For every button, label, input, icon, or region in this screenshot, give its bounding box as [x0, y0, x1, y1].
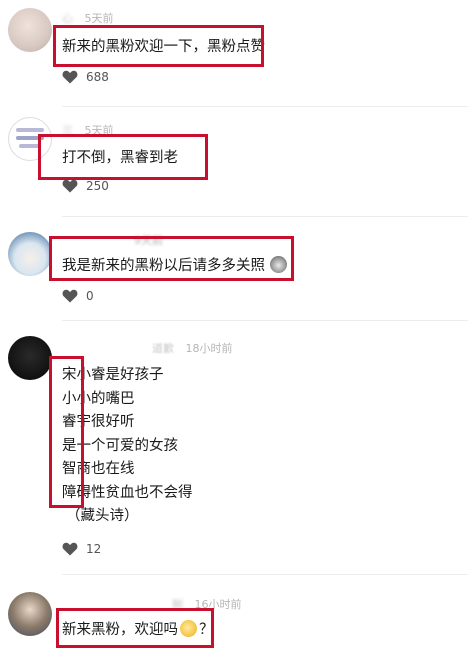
- comment-item: 兰 5天前 打不倒，黑睿到老 250: [0, 108, 468, 218]
- comment-item: 9天前 我是新来的黑粉以后请多多关照 0: [0, 218, 468, 322]
- like-count: 12: [86, 542, 102, 556]
- comment-meta: 心 5天前: [62, 10, 114, 26]
- username[interactable]: 道歉: [152, 342, 174, 355]
- comment-item: 心 5天前 新来的黑粉欢迎一下，黑粉点赞 688: [0, 0, 468, 108]
- timestamp: 5天前: [84, 12, 114, 25]
- like-count: 688: [86, 70, 109, 84]
- like-button[interactable]: 250: [62, 179, 109, 193]
- like-count: 250: [86, 179, 109, 193]
- like-button[interactable]: 12: [62, 542, 101, 556]
- username[interactable]: 心: [62, 12, 73, 25]
- like-button[interactable]: 688: [62, 70, 109, 84]
- divider: [62, 106, 468, 107]
- highlight-box: [53, 25, 264, 67]
- highlight-box: [49, 356, 84, 508]
- timestamp: 18小时前: [185, 342, 233, 355]
- highlight-box: [38, 134, 208, 180]
- comment-meta: 道歉 18小时前: [62, 340, 233, 356]
- avatar[interactable]: [8, 8, 52, 52]
- poem-line: （藏头诗）: [66, 508, 139, 524]
- like-button[interactable]: 0: [62, 289, 94, 303]
- comment-item: 鲥 16小时前 新来黑粉，欢迎吗？: [0, 576, 468, 648]
- highlight-box: [49, 236, 294, 281]
- like-count: 0: [86, 289, 94, 303]
- heart-icon: [62, 289, 78, 303]
- divider: [62, 574, 468, 575]
- comment-item: 道歉 18小时前 宋小睿是好孩子 小小的嘴巴 睿宇很好听 是一个可爱的女孩 智商…: [0, 322, 468, 574]
- divider: [62, 320, 468, 321]
- divider: [62, 216, 468, 217]
- heart-icon: [62, 70, 78, 84]
- heart-icon: [62, 542, 78, 556]
- avatar[interactable]: [8, 336, 52, 380]
- avatar[interactable]: [8, 232, 52, 276]
- heart-icon: [62, 179, 78, 193]
- highlight-box: [56, 608, 214, 648]
- avatar[interactable]: [8, 592, 52, 636]
